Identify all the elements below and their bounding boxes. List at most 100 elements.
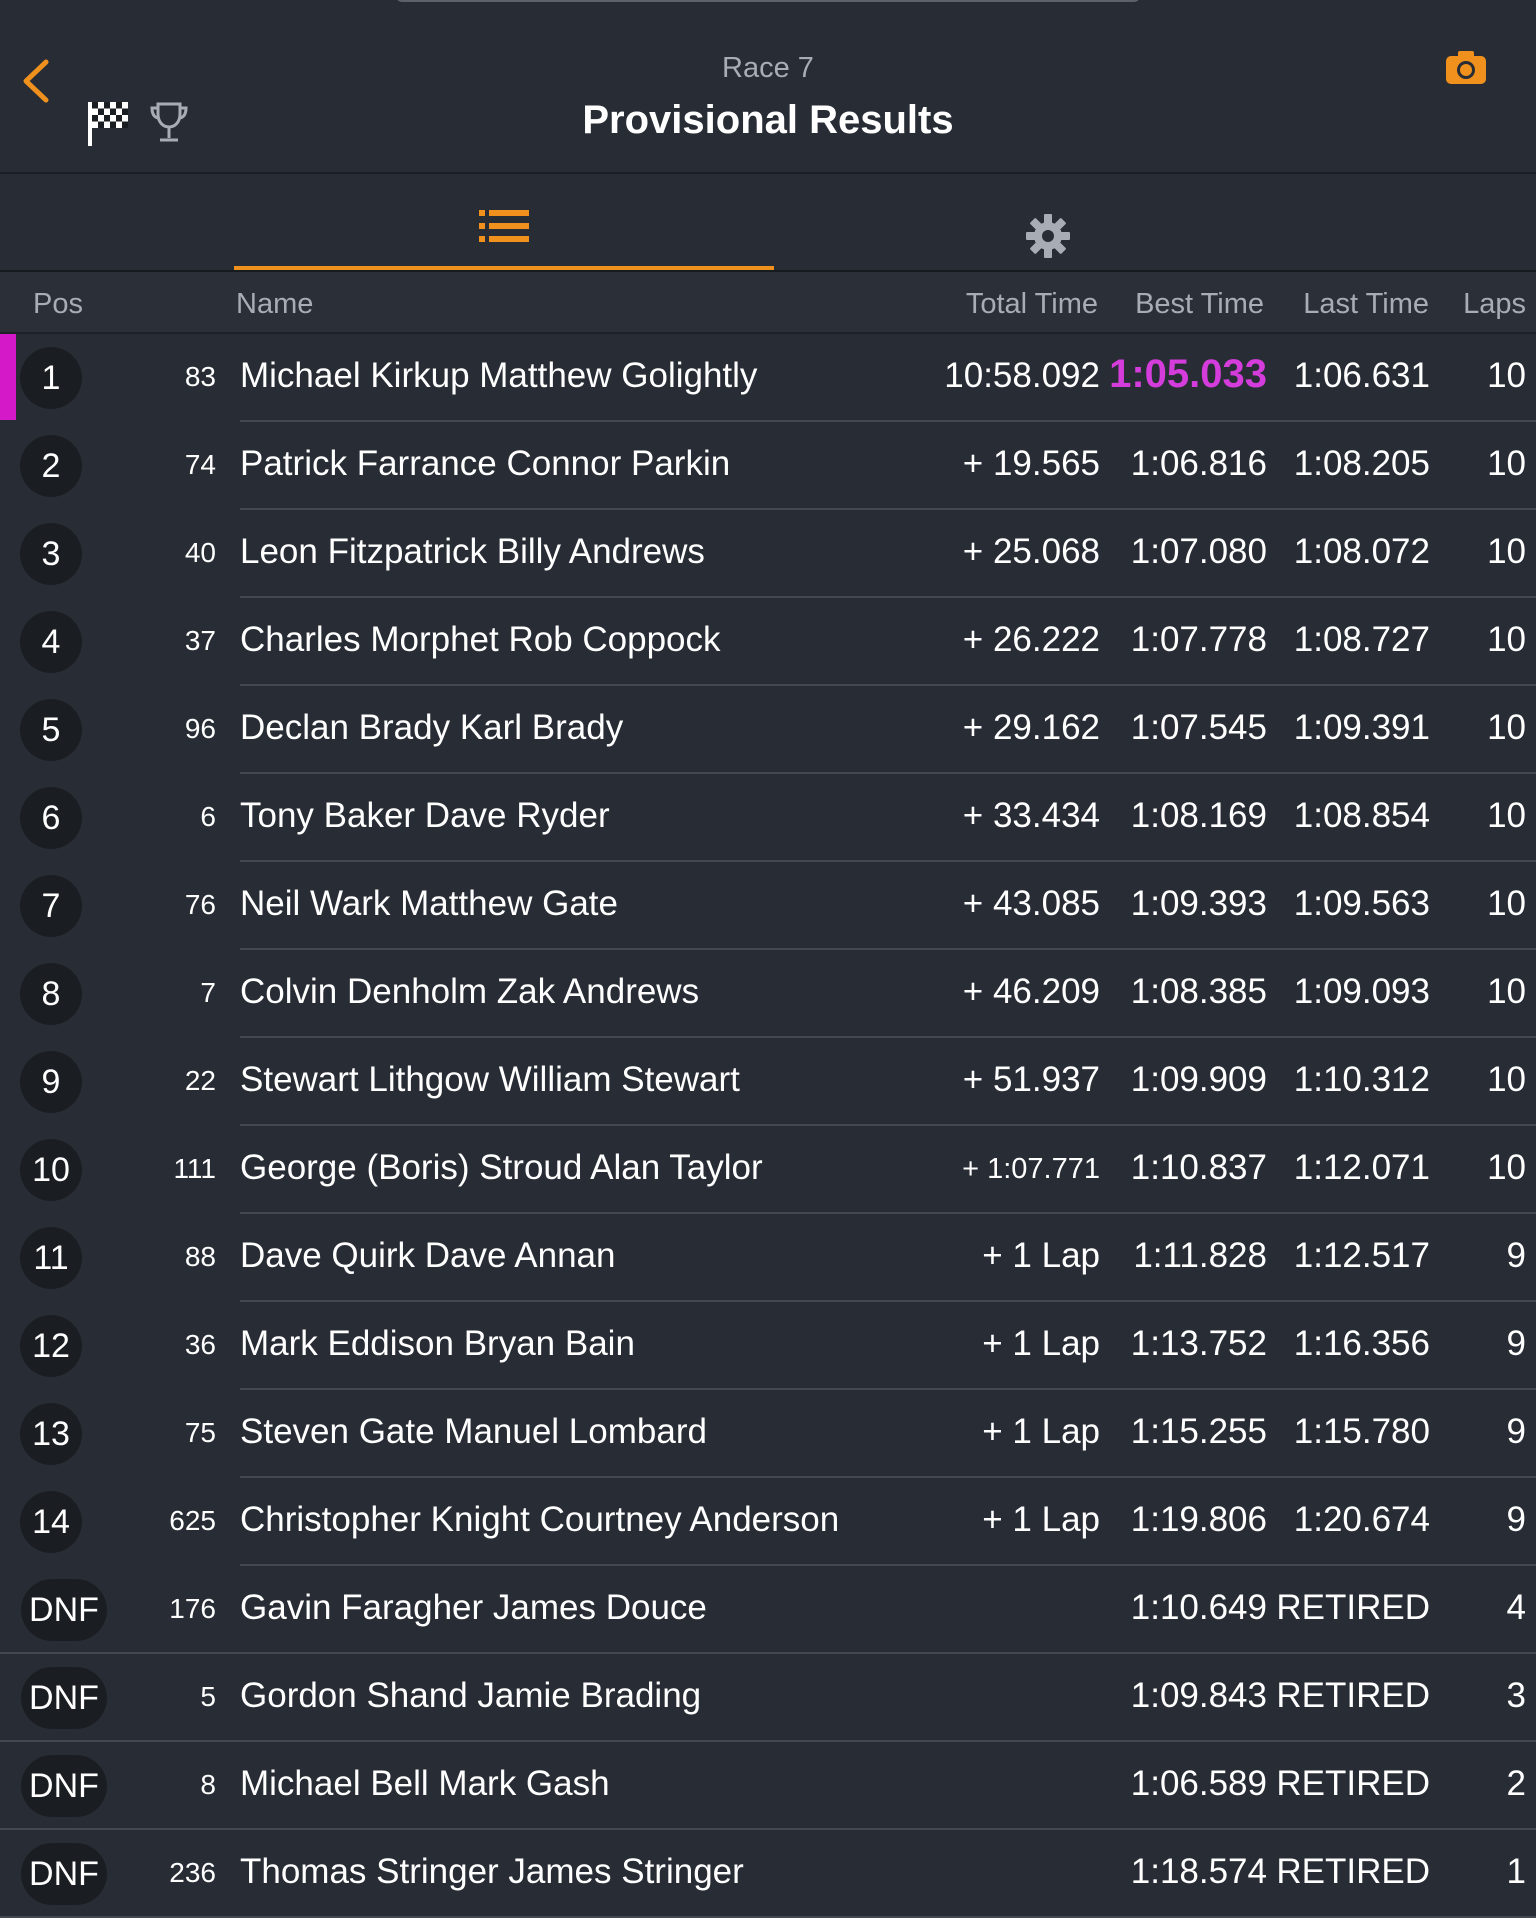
laps-count: 10 (1487, 1148, 1526, 1187)
car-number: 40 (184, 537, 216, 568)
last-time: 1:12.071 (1293, 1148, 1430, 1187)
table-row[interactable]: 13 75 Steven Gate Manuel Lombard + 1 Lap 1:1… (0, 1390, 1536, 1478)
last-time: 1:10.312 (1293, 1060, 1430, 1099)
laps-count: 10 (1487, 356, 1526, 395)
position-badge: DNF (21, 1667, 107, 1729)
results-table-header: Pos Name Total Time Best Time Last Time … (0, 272, 1536, 334)
best-time: 1:05.033 (1109, 352, 1267, 396)
table-row[interactable]: 3 40 Leon Fitzpatrick Billy Andrews + 25.06… (0, 510, 1536, 598)
last-time: 1:09.093 (1293, 972, 1430, 1011)
position-badge: 2 (20, 435, 82, 497)
table-row[interactable]: 8 7 Colvin Denholm Zak Andrews + 46.209 1:08… (0, 950, 1536, 1038)
laps-count: 10 (1487, 708, 1526, 747)
table-row[interactable]: DNF 8 Michael Bell Mark Gash 1:06.589 RETIRE… (0, 1742, 1536, 1830)
best-time: 1:06.589 (1130, 1764, 1267, 1803)
position-badge: 12 (20, 1315, 82, 1377)
driver-names: Leon Fitzpatrick Billy Andrews (240, 532, 705, 571)
car-number: 111 (173, 1153, 216, 1184)
car-number: 75 (184, 1417, 216, 1448)
column-header-last-time[interactable]: Last Time (1303, 288, 1429, 321)
best-time: 1:18.574 (1130, 1852, 1267, 1891)
position-badge: 9 (20, 1051, 82, 1113)
car-number: 36 (184, 1329, 216, 1360)
total-time: + 19.565 (962, 444, 1100, 483)
position-badge: 13 (20, 1403, 82, 1465)
position-badge: DNF (21, 1579, 107, 1641)
driver-names: George (Boris) Stroud Alan Taylor (240, 1148, 763, 1187)
tab-settings[interactable] (774, 174, 1314, 270)
driver-names: Patrick Farrance Connor Parkin (240, 444, 731, 483)
table-row[interactable]: 12 36 Mark Eddison Bryan Bain + 1 Lap 1:13.7… (0, 1302, 1536, 1390)
total-time: + 25.068 (962, 532, 1100, 571)
total-time: + 1 Lap (982, 1412, 1100, 1451)
car-number: 74 (184, 449, 216, 480)
gear-icon (1026, 214, 1070, 258)
table-row[interactable]: 11 88 Dave Quirk Dave Annan + 1 Lap 1:11.828… (0, 1214, 1536, 1302)
last-time: 1:09.391 (1293, 708, 1430, 747)
column-header-pos[interactable]: Pos (33, 288, 83, 321)
laps-count: 4 (1506, 1588, 1526, 1627)
table-row[interactable]: 10 111 George (Boris) Stroud Alan Taylor + … (0, 1126, 1536, 1214)
laps-count: 9 (1506, 1412, 1526, 1451)
driver-names: Charles Morphet Rob Coppock (240, 620, 721, 659)
position-badge: 10 (20, 1139, 82, 1201)
best-time: 1:10.649 (1130, 1588, 1267, 1627)
car-number: 96 (184, 713, 216, 744)
camera-button[interactable] (1444, 48, 1488, 88)
laps-count: 10 (1487, 620, 1526, 659)
car-number: 8 (200, 1769, 216, 1800)
column-header-name[interactable]: Name (236, 288, 313, 321)
table-row[interactable]: 5 96 Declan Brady Karl Brady + 29.162 1:07.5… (0, 686, 1536, 774)
table-row[interactable]: 7 76 Neil Wark Matthew Gate + 43.085 1:09.39… (0, 862, 1536, 950)
table-row[interactable]: DNF 176 Gavin Faragher James Douce 1:10.649… (0, 1566, 1536, 1654)
last-time: 1:20.674 (1293, 1500, 1430, 1539)
total-time: + 1 Lap (982, 1236, 1100, 1275)
driver-names: Steven Gate Manuel Lombard (240, 1412, 707, 1451)
table-row[interactable]: DNF 236 Thomas Stringer James Stringer 1:18… (0, 1830, 1536, 1918)
table-row[interactable]: 6 6 Tony Baker Dave Ryder + 33.434 1:08.169 1… (0, 774, 1536, 862)
last-time: 1:12.517 (1293, 1236, 1430, 1275)
best-time: 1:06.816 (1130, 444, 1267, 483)
table-row[interactable]: 9 22 Stewart Lithgow William Stewart + 51.9… (0, 1038, 1536, 1126)
table-row[interactable]: 14 625 Christopher Knight Courtney Anderso… (0, 1478, 1536, 1566)
best-time: 1:08.169 (1130, 796, 1267, 835)
last-time: RETIRED (1276, 1676, 1430, 1715)
car-number: 625 (169, 1505, 216, 1536)
laps-count: 9 (1506, 1236, 1526, 1275)
table-row[interactable]: DNF 5 Gordon Shand Jamie Brading 1:09.843 RE… (0, 1654, 1536, 1742)
position-badge: 7 (20, 875, 82, 937)
table-row[interactable]: 2 74 Patrick Farrance Connor Parkin + 19.56… (0, 422, 1536, 510)
best-time: 1:13.752 (1130, 1324, 1267, 1363)
position-badge: DNF (21, 1843, 107, 1905)
position-badge: 6 (20, 787, 82, 849)
laps-count: 10 (1487, 884, 1526, 923)
navigation-bar: Race 7 Provisional Results (0, 0, 1536, 174)
car-number: 37 (184, 625, 216, 656)
laps-count: 10 (1487, 532, 1526, 571)
laps-count: 10 (1487, 444, 1526, 483)
laps-count: 9 (1506, 1500, 1526, 1539)
tab-results-list[interactable] (234, 174, 774, 270)
column-header-total-time[interactable]: Total Time (966, 288, 1098, 321)
driver-names: Dave Quirk Dave Annan (240, 1236, 616, 1275)
car-number: 76 (184, 889, 216, 920)
column-header-laps[interactable]: Laps (1463, 288, 1526, 321)
total-time: + 1:07.771 (962, 1153, 1100, 1185)
laps-count: 9 (1506, 1324, 1526, 1363)
best-time: 1:09.393 (1130, 884, 1267, 923)
car-number: 7 (200, 977, 216, 1008)
last-time: 1:08.854 (1293, 796, 1430, 835)
column-header-best-time[interactable]: Best Time (1135, 288, 1264, 321)
camera-icon (1446, 51, 1486, 84)
best-time: 1:07.545 (1130, 708, 1267, 747)
car-number: 236 (169, 1857, 216, 1888)
total-time: + 1 Lap (982, 1500, 1100, 1539)
table-row[interactable]: 1 83 Michael Kirkup Matthew Golightly 10:58… (0, 334, 1536, 422)
laps-count: 10 (1487, 972, 1526, 1011)
laps-count: 10 (1487, 1060, 1526, 1099)
drag-handle[interactable] (396, 0, 1140, 2)
laps-count: 2 (1506, 1764, 1526, 1803)
laps-count: 3 (1506, 1676, 1526, 1715)
position-badge: 3 (20, 523, 82, 585)
table-row[interactable]: 4 37 Charles Morphet Rob Coppock + 26.222 1:… (0, 598, 1536, 686)
